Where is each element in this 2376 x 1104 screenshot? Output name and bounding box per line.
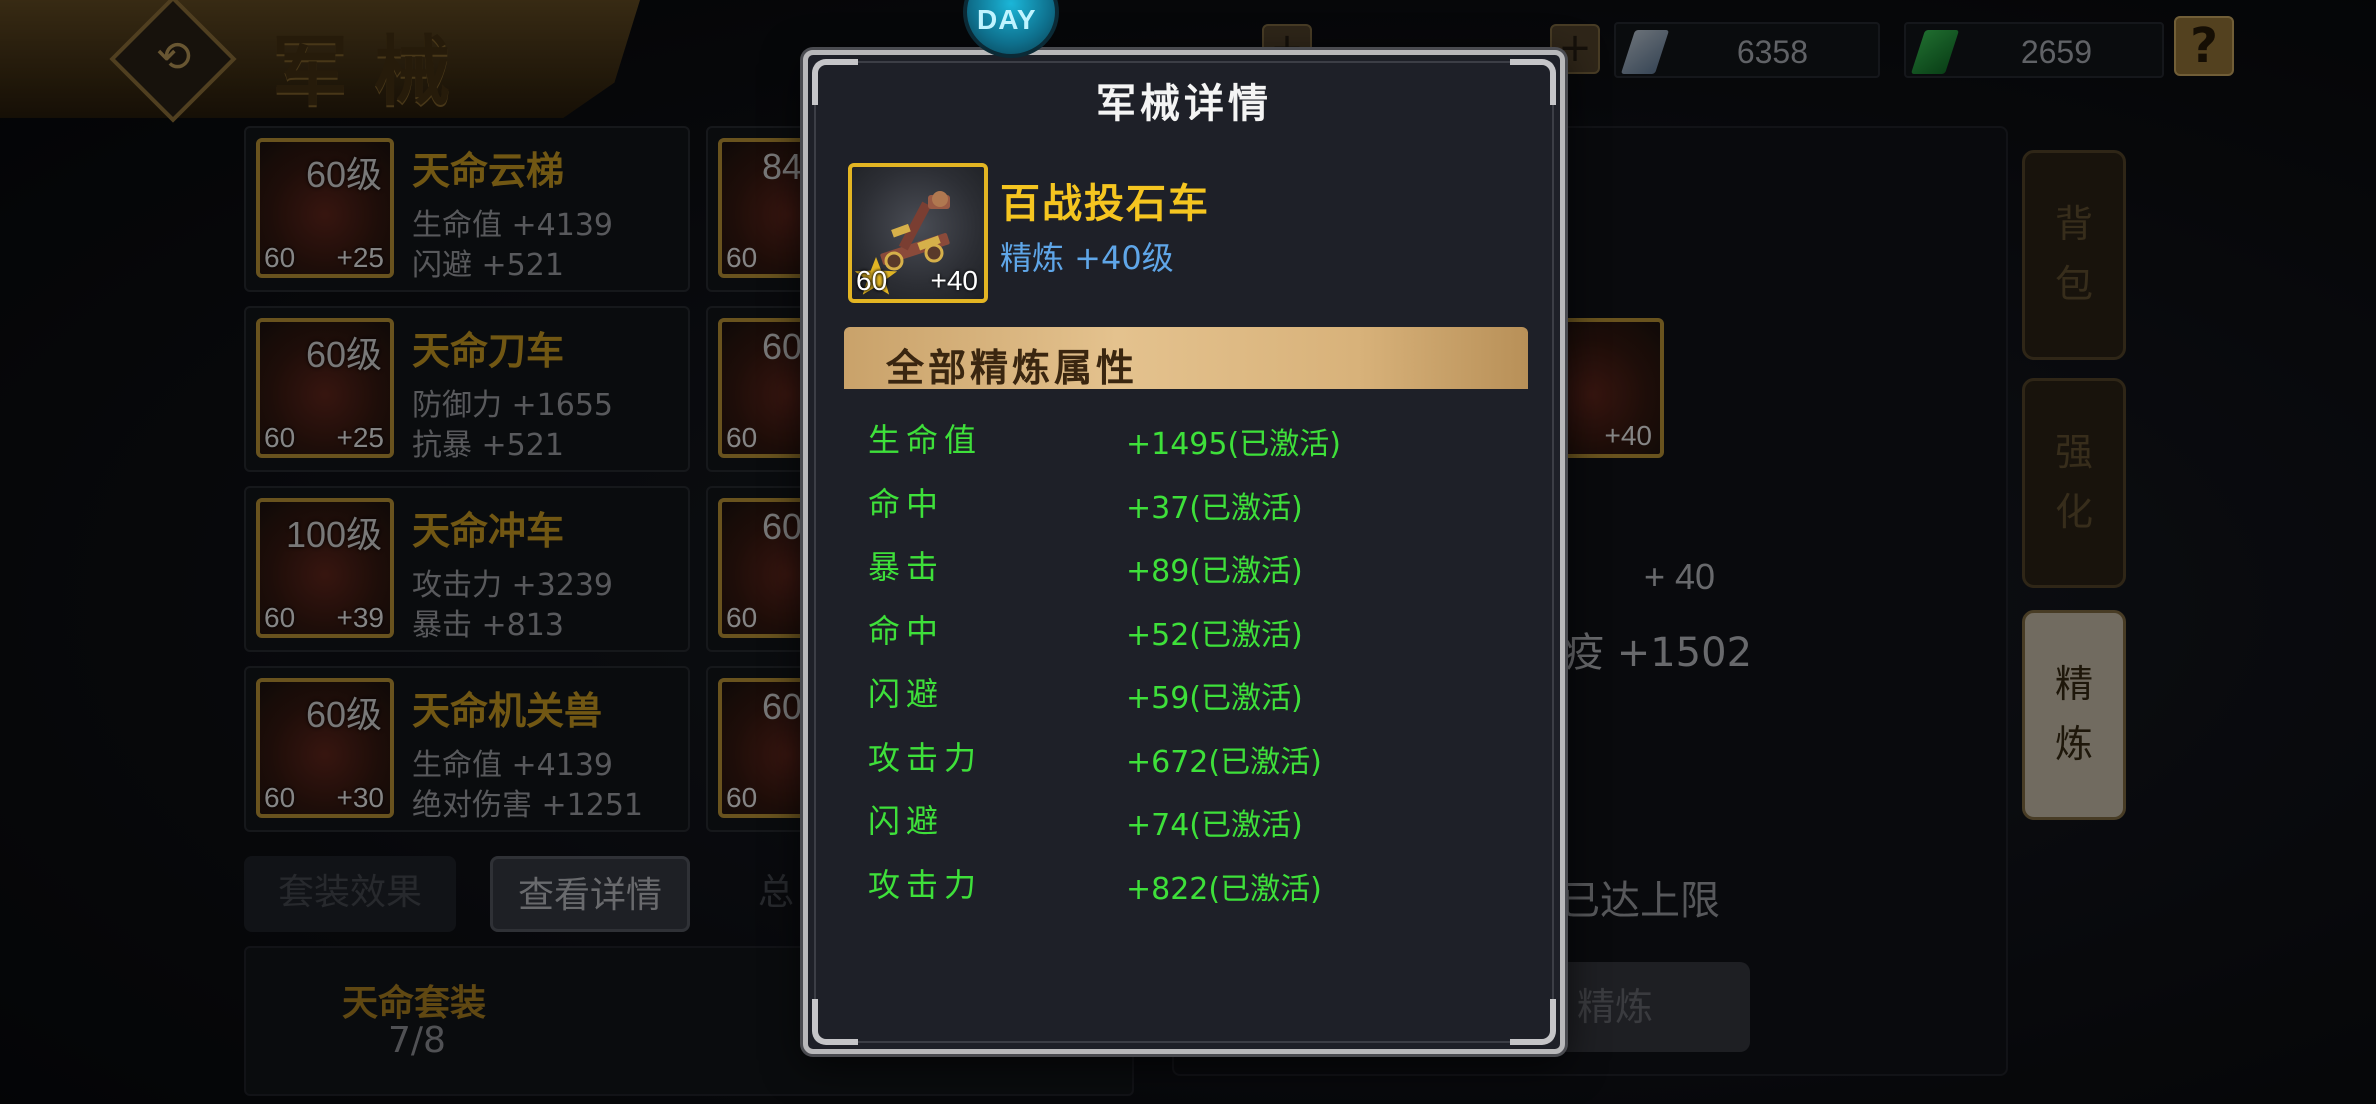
ornament-corner-icon xyxy=(812,999,858,1045)
section-header: 全部精炼属性 xyxy=(844,327,1528,390)
attribute-value: +37(已激活) xyxy=(1126,491,1303,526)
item-corner-level: 60 xyxy=(856,265,888,296)
section-title: 全部精炼属性 xyxy=(886,346,1139,390)
attribute-name: 暴击 xyxy=(868,548,945,586)
attribute-value: +52(已激活) xyxy=(1126,618,1303,653)
attribute-name: 闪避 xyxy=(868,675,945,713)
item-plus-level: +40 xyxy=(930,265,979,296)
dialog-title: 军械详情 xyxy=(1096,81,1272,127)
item-icon-frame: 60 +40 xyxy=(848,163,988,303)
attribute-name: 命中 xyxy=(868,485,945,523)
equipment-detail-dialog: 军械详情 60 +40 百战投石车 精炼 +40级 全部精炼属性 生命值 +14… xyxy=(803,50,1565,1054)
attribute-name: 生命值 xyxy=(868,421,983,459)
attribute-row: 暴击 +89(已激活) xyxy=(868,542,1508,592)
event-badge-text: DAY xyxy=(977,4,1037,35)
attribute-value: +89(已激活) xyxy=(1126,554,1303,589)
attribute-row: 攻击力 +822(已激活) xyxy=(868,860,1508,910)
attribute-row: 闪避 +59(已激活) xyxy=(868,669,1508,719)
attribute-name: 命中 xyxy=(868,612,945,650)
attribute-name: 攻击力 xyxy=(868,739,983,777)
attribute-value: +74(已激活) xyxy=(1126,808,1303,843)
attribute-row: 命中 +37(已激活) xyxy=(868,479,1508,529)
ornament-corner-icon xyxy=(1510,999,1556,1045)
attribute-row: 闪避 +74(已激活) xyxy=(868,796,1508,846)
attribute-value: +672(已激活) xyxy=(1126,745,1322,780)
attribute-row: 命中 +52(已激活) xyxy=(868,606,1508,656)
attribute-value: +822(已激活) xyxy=(1126,872,1322,907)
item-refine-level: 精炼 +40级 xyxy=(1000,239,1174,277)
attribute-name: 攻击力 xyxy=(868,866,983,904)
attribute-name: 闪避 xyxy=(868,802,945,840)
attribute-value: +1495(已激活) xyxy=(1126,427,1341,462)
attribute-value: +59(已激活) xyxy=(1126,681,1303,716)
item-name: 百战投石车 xyxy=(1000,181,1210,227)
attribute-row: 生命值 +1495(已激活) xyxy=(868,415,1508,465)
attribute-row: 攻击力 +672(已激活) xyxy=(868,733,1508,783)
